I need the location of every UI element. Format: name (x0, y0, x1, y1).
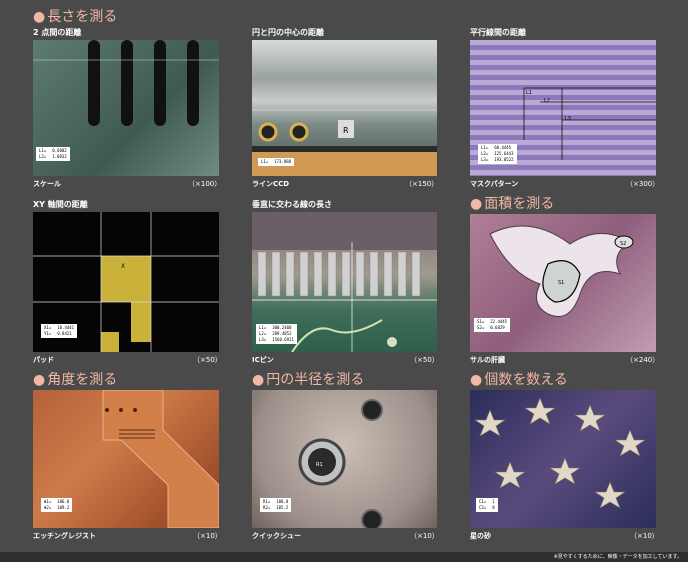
readout-box: L1= 60.4445 L2= 125.6443 L3= 193.0522 (478, 144, 517, 164)
panel-label-perpendicular: 垂直に交わる線の長さ (252, 200, 332, 209)
readout-box: L1= 300.2408 L2= 289.4852 L3= 1560.6921 (256, 324, 297, 344)
heading-angle: ● 角度を測る (33, 372, 118, 388)
bullet-icon: ● (470, 196, 483, 212)
readout-box: L1= 0.6002 L2= 1.0832 (36, 147, 70, 161)
magnification: （×300） (626, 180, 660, 188)
monkey-liver-image: S1 S2 S1= 22.4445 S2= 0.6829 (470, 214, 656, 352)
magnification: （×10） (630, 532, 659, 540)
panel-label-two-point: 2 点間の距離 (33, 28, 82, 37)
svg-text:L1: L1 (526, 90, 532, 96)
ic-pin-image: L1= 300.2408 L2= 289.4852 L3= 1560.6921 (252, 212, 437, 352)
magnification: （×240） (626, 356, 660, 364)
readout-box: S1= 22.4445 S2= 0.6829 (474, 318, 511, 332)
magnification: （×150） (405, 180, 439, 188)
footer-note: ※見やすくするために、映像・データを加工しています。 (553, 554, 682, 560)
svg-text:X: X (121, 263, 125, 270)
caption-star-sand: 星の砂 (470, 532, 491, 540)
quick-shoe-image: R1 R1= 108.8 R2= 105.2 (252, 390, 437, 528)
bullet-icon: ● (33, 9, 46, 25)
star-sand-graphic (474, 397, 646, 509)
caption-quick-shoe: クイックシュー (252, 532, 301, 540)
magnification: （×10） (410, 532, 439, 540)
magnification: （×50） (410, 356, 439, 364)
panel-label-parallel: 平行線間の距離 (470, 28, 526, 37)
svg-text:R1: R1 (316, 462, 323, 468)
svg-text:L3: L3 (565, 116, 571, 122)
scale-image: L1= 0.6002 L2= 1.0832 (33, 40, 219, 176)
magnification: （×50） (193, 356, 222, 364)
svg-text:L2: L2 (544, 98, 550, 104)
heading-length: ● 長さを測る (33, 9, 118, 25)
ccd-graphic: R (252, 109, 437, 176)
bullet-icon: ● (470, 372, 483, 388)
caption-etching-resist: エッチングレジスト (33, 532, 96, 540)
caption-monkey-liver: サルの肝臓 (470, 356, 505, 364)
panel-label-xy: XY 軸間の距離 (33, 200, 88, 209)
pad-image: X X1= 10.4441 Y1= 0.8421 (33, 212, 219, 352)
caption-ic-pin: ICピン (252, 356, 274, 364)
bullet-icon: ● (33, 372, 46, 388)
line-ccd-image: R L1= 173.888 (252, 40, 437, 176)
readout-box: C1= 1 C2= 8 (476, 498, 498, 512)
mask-pattern-image: L1 L2 L3 L1= 60.4445 L2= 125.6443 L3= 193.0… (470, 40, 656, 176)
readout-box: L1= 173.888 (258, 158, 295, 166)
magnification: （×100） (188, 180, 222, 188)
heading-area: ● 面積を測る (470, 196, 555, 212)
panel-label-circle-center: 円と円の中心の距離 (252, 28, 324, 37)
bullet-icon: ● (252, 372, 265, 388)
readout-box: X1= 10.4441 Y1= 0.8421 (41, 324, 78, 338)
heading-count: ● 個数を数える (470, 372, 568, 388)
star-sand-image: C1= 1 C2= 8 (470, 390, 656, 528)
heading-radius: ● 円の半径を測る (252, 372, 365, 388)
etching-resist-image: θ1= 106.8 θ2= 109.2 (33, 390, 219, 528)
svg-text:S2: S2 (620, 241, 626, 247)
svg-text:S1: S1 (558, 280, 564, 286)
readout-box: θ1= 106.8 θ2= 109.2 (41, 498, 73, 512)
caption-line-ccd: ラインCCD (252, 180, 290, 188)
caption-scale: スケール (33, 180, 61, 188)
caption-mask-pattern: マスクパターン (470, 180, 519, 188)
readout-box: R1= 108.8 R2= 105.2 (260, 498, 292, 512)
magnification: （×10） (193, 532, 222, 540)
caption-pad: パッド (33, 356, 54, 364)
svg-text:R: R (343, 126, 349, 135)
